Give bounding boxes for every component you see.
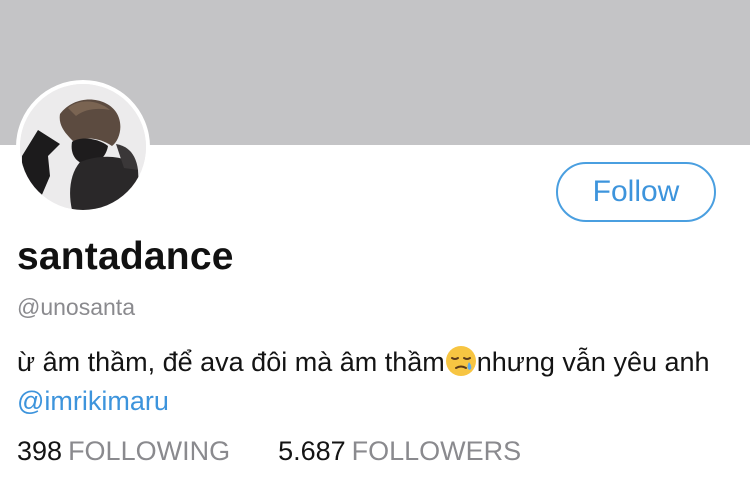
followers-count: 5.687 [278,436,346,466]
following-count: 398 [17,436,63,466]
profile-bio: ừ âm thầm, để ava đôi mà âm thầm nhưng v… [17,343,732,421]
avatar-image [20,84,146,210]
display-name: santadance [17,235,234,278]
avatar[interactable] [16,80,150,214]
following-label: FOLLOWING [68,436,231,466]
sleepy-face-emoji-icon [445,345,477,377]
bio-text-continued: nhưng vẫn yêu anh [476,347,710,377]
profile-stats: 398 FOLLOWING 5.687 FOLLOWERS [17,436,521,467]
followers-stat[interactable]: 5.687 FOLLOWERS [278,436,521,467]
bio-mention-link[interactable]: @imrikimaru [17,386,169,416]
username-handle: @unosanta [17,294,135,320]
bio-text: ừ âm thầm, để ava đôi mà âm thầm [17,347,445,377]
follow-button[interactable]: Follow [556,162,716,222]
followers-label: FOLLOWERS [351,436,522,466]
following-stat[interactable]: 398 FOLLOWING [17,436,230,467]
